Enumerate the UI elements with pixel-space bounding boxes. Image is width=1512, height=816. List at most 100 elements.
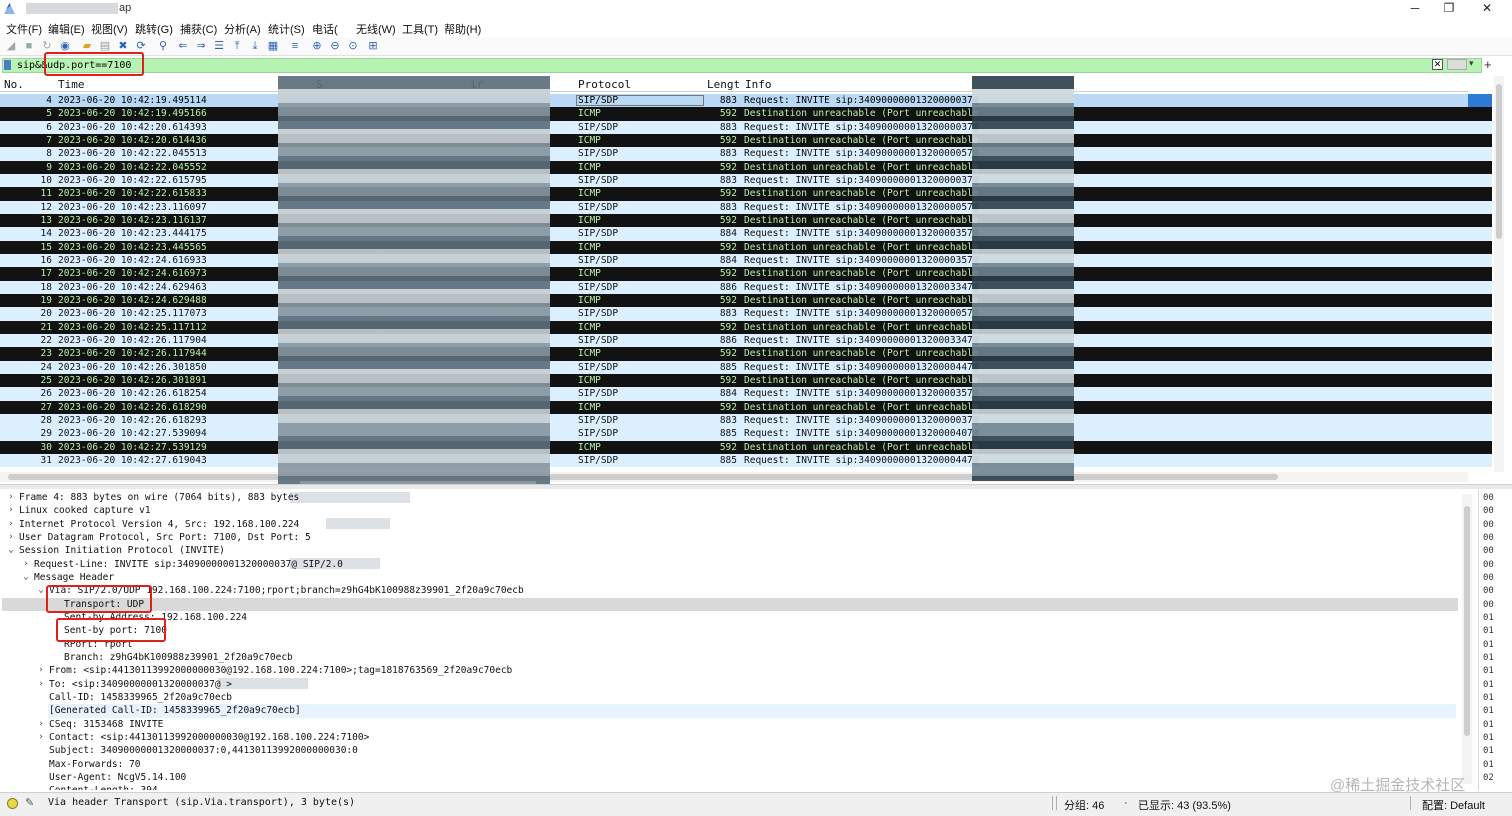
column-header-protocol[interactable]: Protocol — [578, 78, 631, 91]
packet-row[interactable]: 7 2023-06-20 10:42:20.614436 ICMP 592 Destin… — [0, 133, 1468, 148]
expand-chevron-right-icon[interactable]: › — [6, 531, 16, 544]
detail-field[interactable]: Session Initiation Protocol (INVITE) — [19, 544, 225, 557]
capture-options-icon[interactable]: ◉ — [58, 39, 72, 53]
column-header-length[interactable]: Lengt — [707, 78, 740, 91]
last-packet-icon[interactable]: ⤓ — [248, 39, 262, 53]
packet-row[interactable]: 18 2023-06-20 10:42:24.629463 SIP/SDP 886 Re… — [0, 280, 1468, 294]
menu-file[interactable]: 文件(F) — [6, 21, 42, 37]
detail-field[interactable]: Frame 4: 883 bytes on wire (7064 bits), … — [19, 491, 299, 504]
menu-analyze[interactable]: 分析(A) — [224, 21, 261, 37]
packet-row[interactable]: 26 2023-06-20 10:42:26.618254 SIP/SDP 884 Re… — [0, 387, 1468, 401]
detail-field[interactable]: Branch: z9hG4bK100988z39901_2f20a9c70ecb — [64, 651, 293, 664]
find-packet-icon[interactable]: ⚲ — [156, 39, 170, 53]
scrollbar-thumb[interactable] — [1464, 506, 1470, 736]
expand-chevron-right-icon[interactable]: › — [6, 504, 16, 517]
go-to-packet-icon[interactable]: ☰ — [212, 39, 226, 53]
expand-chevron-right-icon[interactable]: › — [36, 664, 46, 677]
packet-row[interactable]: 25 2023-06-20 10:42:26.301891 ICMP 592 Desti… — [0, 373, 1468, 388]
menu-view[interactable]: 视图(V) — [91, 21, 128, 37]
menu-edit[interactable]: 编辑(E) — [48, 21, 85, 37]
menu-wireless[interactable]: 无线(W) — [356, 21, 396, 37]
detail-field[interactable]: User Datagram Protocol, Src Port: 7100, … — [19, 531, 311, 544]
packet-row[interactable]: 9 2023-06-20 10:42:22.045552 ICMP 592 Destin… — [0, 160, 1468, 174]
packet-row[interactable]: 28 2023-06-20 10:42:26.618293 SIP/SDP 883 Re… — [0, 413, 1468, 428]
display-filter-input[interactable]: sip&&udp.port==7100 — [2, 58, 1482, 73]
packet-row[interactable]: 16 2023-06-20 10:42:24.616933 SIP/SDP 884 Re… — [0, 253, 1468, 268]
auto-scroll-icon[interactable]: ▦ — [266, 39, 280, 53]
save-file-icon[interactable]: ▤ — [98, 39, 112, 53]
first-packet-icon[interactable]: ⤒ — [230, 39, 244, 53]
go-back-icon[interactable]: ⇐ — [176, 39, 190, 53]
expand-chevron-right-icon[interactable]: › — [36, 678, 46, 691]
scrollbar-thumb[interactable] — [8, 474, 1278, 480]
packet-row[interactable]: 10 2023-06-20 10:42:22.615795 SIP/SDP 883 Re… — [0, 173, 1468, 188]
packet-row[interactable]: 24 2023-06-20 10:42:26.301850 SIP/SDP 885 Re… — [0, 360, 1468, 374]
expand-chevron-right-icon[interactable]: › — [6, 518, 16, 531]
add-filter-button-icon[interactable]: + — [1484, 57, 1492, 72]
close-button[interactable]: ✕ — [1470, 0, 1504, 18]
filter-bookmark-icon[interactable] — [4, 60, 11, 70]
packet-row[interactable]: 23 2023-06-20 10:42:26.117944 ICMP 592 Desti… — [0, 347, 1468, 361]
collapse-chevron-down-icon[interactable]: ⌄ — [36, 584, 46, 597]
zoom-in-icon[interactable]: ⊕ — [310, 39, 324, 53]
colorize-icon[interactable]: ≡ — [288, 39, 302, 53]
packet-row[interactable]: 15 2023-06-20 10:42:23.445565 ICMP 592 Desti… — [0, 240, 1468, 254]
intelligent-scrollbar-minimap[interactable] — [1468, 76, 1492, 472]
stop-capture-icon[interactable]: ■ — [22, 39, 36, 53]
profile-selector[interactable]: 配置: Default — [1422, 797, 1485, 813]
filter-history-chevron-down-icon[interactable]: ▾ — [1469, 58, 1474, 69]
detail-field[interactable]: From: <sip:44130113992000000030@192.168.… — [49, 664, 512, 677]
detail-field[interactable]: Max-Forwards: 70 — [49, 758, 141, 771]
detail-field[interactable]: Linux cooked capture v1 — [19, 504, 151, 517]
packet-row[interactable]: 27 2023-06-20 10:42:26.618290 ICMP 592 Desti… — [0, 400, 1468, 414]
column-header-info[interactable]: Info — [745, 78, 772, 91]
capture-comment-icon[interactable]: ✎ — [25, 796, 34, 809]
detail-field[interactable]: Content-Length: 394 — [49, 784, 158, 790]
packet-row[interactable]: 29 2023-06-20 10:42:27.539094 SIP/SDP 885 Re… — [0, 427, 1468, 441]
detail-field[interactable]: Contact: <sip:44130113992000000030@192.1… — [49, 731, 369, 744]
detail-field[interactable]: Request-Line: INVITE sip:340900000013200… — [34, 558, 343, 571]
close-file-icon[interactable]: ✖ — [116, 39, 130, 53]
start-capture-icon[interactable]: ◢ — [4, 39, 18, 53]
pane-splitter[interactable] — [0, 484, 1512, 489]
packet-row[interactable]: 31 2023-06-20 10:42:27.619043 SIP/SDP 885 Re… — [0, 453, 1468, 468]
collapse-chevron-down-icon[interactable]: ⌄ — [21, 571, 31, 584]
go-forward-icon[interactable]: ⇒ — [194, 39, 208, 53]
expand-chevron-right-icon[interactable]: › — [36, 731, 46, 744]
packet-row[interactable]: 6 2023-06-20 10:42:20.614393 SIP/SDP 883 Req… — [0, 120, 1468, 134]
reload-file-icon[interactable]: ⟳ — [134, 39, 148, 53]
zoom-out-icon[interactable]: ⊖ — [328, 39, 342, 53]
menu-capture[interactable]: 捕获(C) — [180, 21, 217, 37]
column-header-no[interactable]: No. — [4, 78, 24, 91]
detail-field[interactable]: Internet Protocol Version 4, Src: 192.16… — [19, 518, 299, 531]
open-file-icon[interactable]: ▰ — [80, 39, 94, 53]
expand-chevron-right-icon[interactable]: › — [6, 491, 16, 504]
packet-row[interactable]: 19 2023-06-20 10:42:24.629488 ICMP 592 Desti… — [0, 293, 1468, 308]
detail-field[interactable]: Subject: 34090000001320000037:0,44130113… — [49, 744, 358, 757]
packet-row[interactable]: 22 2023-06-20 10:42:26.117904 SIP/SDP 886 Re… — [0, 333, 1468, 348]
expert-info-indicator-icon[interactable] — [7, 798, 18, 809]
packet-list-horizontal-scrollbar[interactable] — [0, 472, 1468, 482]
packet-list-vertical-scrollbar[interactable] — [1494, 76, 1504, 472]
column-header-time[interactable]: Time — [58, 78, 85, 91]
maximize-button[interactable]: ❐ — [1432, 0, 1466, 18]
detail-field[interactable]: User-Agent: NcgV5.14.100 — [49, 771, 186, 784]
detail-field[interactable]: [Generated Call-ID: 1458339965_2f20a9c70… — [49, 704, 301, 717]
scrollbar-thumb[interactable] — [1496, 84, 1502, 239]
packet-row[interactable]: 13 2023-06-20 10:42:23.116137 ICMP 592 Desti… — [0, 213, 1468, 228]
packet-row[interactable]: 8 2023-06-20 10:42:22.045513 SIP/SDP 883 Req… — [0, 147, 1468, 161]
packet-row[interactable]: 17 2023-06-20 10:42:24.616973 ICMP 592 Desti… — [0, 267, 1468, 281]
clear-filter-icon[interactable]: ✕ — [1432, 59, 1443, 70]
packet-row[interactable]: 14 2023-06-20 10:42:23.444175 SIP/SDP 884 Re… — [0, 227, 1468, 241]
menu-go[interactable]: 跳转(G) — [135, 21, 173, 37]
collapse-chevron-down-icon[interactable]: ⌄ — [6, 544, 16, 557]
normal-size-icon[interactable]: ⊙ — [346, 39, 360, 53]
details-vertical-scrollbar[interactable] — [1462, 494, 1472, 784]
packet-row[interactable]: 12 2023-06-20 10:42:23.116097 SIP/SDP 883 Re… — [0, 200, 1468, 214]
packet-row[interactable]: 11 2023-06-20 10:42:22.615833 ICMP 592 Desti… — [0, 187, 1468, 201]
detail-field[interactable]: Message Header — [34, 571, 114, 584]
detail-field[interactable]: To: <sip:34090000001320000037@ > — [49, 678, 232, 691]
packet-row[interactable]: 4 2023-06-20 10:42:19.495114 SIP/SDP 883 Req… — [0, 94, 1468, 108]
detail-field[interactable]: CSeq: 3153468 INVITE — [49, 718, 163, 731]
packet-row[interactable]: 20 2023-06-20 10:42:25.117073 SIP/SDP 883 Re… — [0, 307, 1468, 321]
